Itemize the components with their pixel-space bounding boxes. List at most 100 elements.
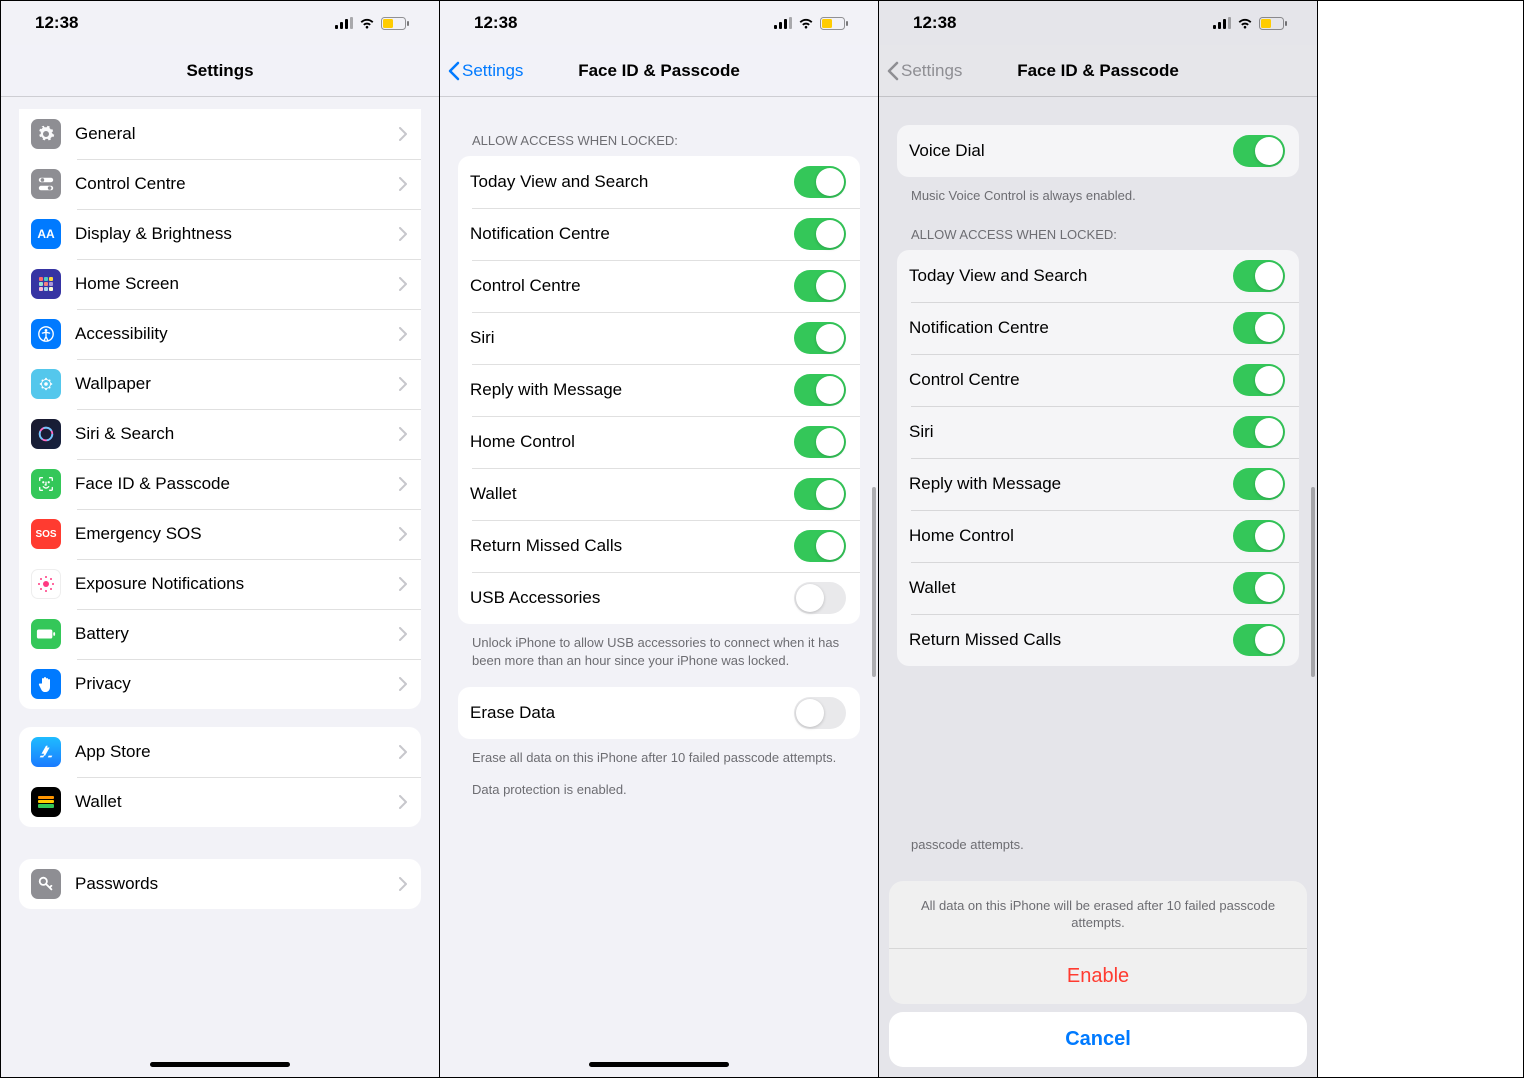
row-wallet[interactable]: Wallet: [19, 777, 421, 827]
row-label: Return Missed Calls: [909, 630, 1233, 650]
switch-icon[interactable]: [794, 322, 846, 354]
toggle-wallet[interactable]: Wallet: [458, 468, 860, 520]
switch-icon[interactable]: [1233, 416, 1285, 448]
switch-icon[interactable]: [1233, 135, 1285, 167]
switch-icon[interactable]: [794, 166, 846, 198]
footer-usb: Unlock iPhone to allow USB accessories t…: [472, 634, 846, 669]
toggle-today-view[interactable]: Today View and Search: [458, 156, 860, 208]
chevron-right-icon: [399, 127, 407, 141]
phone-faceid-settings: 12:38 Settings Face ID & Passcode Music …: [440, 1, 879, 1077]
row-label: Passwords: [75, 874, 399, 894]
chevron-right-icon: [399, 277, 407, 291]
row-home-screen[interactable]: Home Screen: [19, 259, 421, 309]
back-label: Settings: [901, 61, 962, 81]
scrollbar-thumb[interactable]: [872, 487, 876, 677]
switch-icon[interactable]: [794, 218, 846, 250]
back-label: Settings: [462, 61, 523, 81]
row-exposure[interactable]: Exposure Notifications: [19, 559, 421, 609]
footer-cut: passcode attempts.: [911, 836, 1285, 854]
switch-icon[interactable]: [794, 697, 846, 729]
nav-bar: Settings: [1, 45, 439, 97]
row-label: Battery: [75, 624, 399, 644]
row-label: Siri & Search: [75, 424, 399, 444]
toggle-control-centre[interactable]: Control Centre: [458, 260, 860, 312]
row-label: Emergency SOS: [75, 524, 399, 544]
row-accessibility[interactable]: Accessibility: [19, 309, 421, 359]
status-bar: 12:38: [1, 1, 439, 45]
row-control-centre[interactable]: Control Centre: [19, 159, 421, 209]
toggles-icon: [31, 169, 61, 199]
row-siri[interactable]: Siri & Search: [19, 409, 421, 459]
row-label: Notification Centre: [470, 224, 794, 244]
switch-icon[interactable]: [1233, 520, 1285, 552]
home-indicator[interactable]: [150, 1062, 290, 1067]
chevron-right-icon: [399, 377, 407, 391]
row-label: Control Centre: [75, 174, 399, 194]
toggle-notification-centre[interactable]: Notification Centre: [897, 302, 1299, 354]
switch-icon[interactable]: [794, 374, 846, 406]
chevron-right-icon: [399, 627, 407, 641]
row-label: Display & Brightness: [75, 224, 399, 244]
chevron-left-icon: [887, 61, 899, 81]
wallet-icon: [31, 787, 61, 817]
row-passwords[interactable]: Passwords: [19, 859, 421, 909]
cancel-button[interactable]: Cancel: [889, 1012, 1307, 1067]
toggle-notification-centre[interactable]: Notification Centre: [458, 208, 860, 260]
row-face-id[interactable]: Face ID & Passcode: [19, 459, 421, 509]
status-icons: [774, 17, 848, 30]
toggle-home-control[interactable]: Home Control: [458, 416, 860, 468]
phone-settings-root: 12:38 Settings General Control Centre AA…: [1, 1, 440, 1077]
chevron-right-icon: [399, 745, 407, 759]
row-label: Reply with Message: [909, 474, 1233, 494]
row-wallpaper[interactable]: Wallpaper: [19, 359, 421, 409]
chevron-right-icon: [399, 227, 407, 241]
row-display[interactable]: AADisplay & Brightness: [19, 209, 421, 259]
toggle-wallet[interactable]: Wallet: [897, 562, 1299, 614]
settings-group-store: App Store Wallet: [19, 727, 421, 827]
status-icons: [1213, 17, 1287, 30]
switch-icon[interactable]: [1233, 572, 1285, 604]
status-time: 12:38: [474, 13, 517, 33]
row-battery[interactable]: Battery: [19, 609, 421, 659]
row-label: Erase Data: [470, 703, 794, 723]
toggle-today-view[interactable]: Today View and Search: [897, 250, 1299, 302]
back-button[interactable]: Settings: [440, 61, 523, 81]
switch-icon[interactable]: [1233, 624, 1285, 656]
toggle-control-centre[interactable]: Control Centre: [897, 354, 1299, 406]
switch-icon[interactable]: [1233, 312, 1285, 344]
toggle-siri[interactable]: Siri: [897, 406, 1299, 458]
row-appstore[interactable]: App Store: [19, 727, 421, 777]
settings-group-main: General Control Centre AADisplay & Brigh…: [19, 109, 421, 709]
toggle-group-locked: Today View and Search Notification Centr…: [897, 250, 1299, 666]
signal-icon: [1213, 17, 1231, 29]
scrollbar-thumb[interactable]: [1311, 487, 1315, 677]
switch-icon[interactable]: [1233, 468, 1285, 500]
toggle-reply-with-message[interactable]: Reply with Message: [897, 458, 1299, 510]
toggle-siri[interactable]: Siri: [458, 312, 860, 364]
toggle-reply-with-message[interactable]: Reply with Message: [458, 364, 860, 416]
status-bar: 12:38: [440, 1, 878, 45]
switch-icon[interactable]: [794, 582, 846, 614]
toggle-voice-dial[interactable]: Voice Dial: [897, 125, 1299, 177]
toggle-return-missed-calls[interactable]: Return Missed Calls: [897, 614, 1299, 666]
row-sos[interactable]: SOSEmergency SOS: [19, 509, 421, 559]
toggle-usb-accessories[interactable]: USB Accessories: [458, 572, 860, 624]
switch-icon[interactable]: [794, 270, 846, 302]
switch-icon[interactable]: [1233, 364, 1285, 396]
row-privacy[interactable]: Privacy: [19, 659, 421, 709]
home-indicator[interactable]: [589, 1062, 729, 1067]
wifi-icon: [359, 17, 375, 29]
enable-button[interactable]: Enable: [889, 949, 1307, 1004]
row-label: Privacy: [75, 674, 399, 694]
switch-icon[interactable]: [794, 478, 846, 510]
switch-icon[interactable]: [1233, 260, 1285, 292]
battery-icon: [381, 17, 409, 30]
toggle-erase-data[interactable]: Erase Data: [458, 687, 860, 739]
switch-icon[interactable]: [794, 530, 846, 562]
toggle-home-control[interactable]: Home Control: [897, 510, 1299, 562]
switch-icon[interactable]: [794, 426, 846, 458]
toggle-return-missed-calls[interactable]: Return Missed Calls: [458, 520, 860, 572]
row-general[interactable]: General: [19, 109, 421, 159]
battery-icon: [31, 619, 61, 649]
chevron-right-icon: [399, 427, 407, 441]
